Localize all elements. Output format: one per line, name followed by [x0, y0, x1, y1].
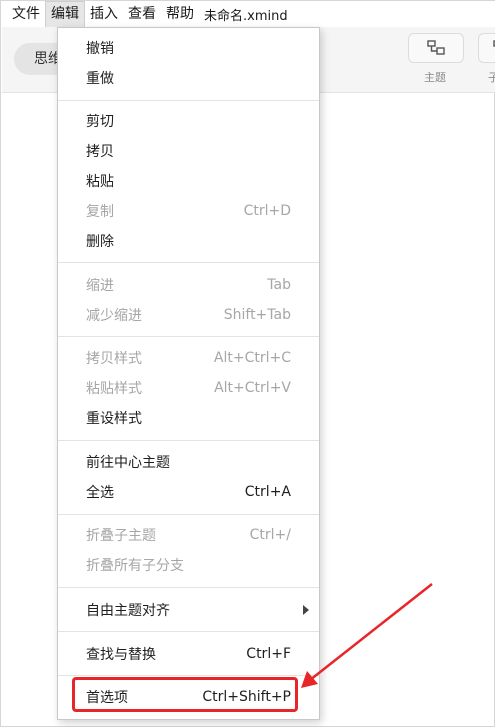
annotation-arrow-icon	[301, 583, 433, 688]
app-window: 文件 编辑 插入 查看 帮助 未命名.xmind 思维 主题 子 撤销 重做 剪…	[0, 0, 495, 727]
